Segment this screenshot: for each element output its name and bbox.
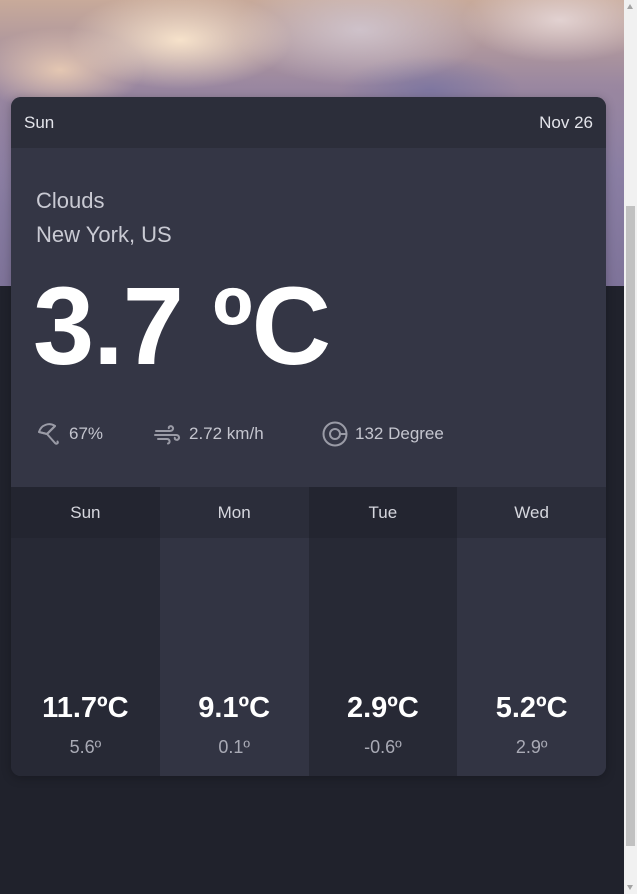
forecast-low: -0.6º bbox=[364, 737, 402, 757]
scroll-up-arrow-icon[interactable] bbox=[627, 4, 633, 9]
location: New York, US bbox=[36, 222, 172, 247]
current-weather: Clouds New York, US 3.7 ºC 67% 2.72 km/h… bbox=[11, 148, 606, 487]
forecast-day-name: Wed bbox=[457, 487, 606, 538]
forecast-high: 2.9ºC bbox=[346, 692, 419, 724]
wind-direction-stat: 132 Degree bbox=[321, 420, 444, 448]
wind-icon bbox=[154, 425, 181, 445]
forecast-low: 0.1º bbox=[218, 737, 250, 757]
humidity-stat: 67% bbox=[35, 420, 153, 448]
wind-direction-value: 132 Degree bbox=[355, 424, 444, 443]
forecast-day-name: Mon bbox=[159, 487, 309, 538]
scroll-down-arrow-icon[interactable] bbox=[627, 885, 633, 890]
weather-card: Sun Nov 26 Clouds New York, US 3.7 ºC 67… bbox=[11, 97, 606, 776]
wind-stat: 2.72 km/h bbox=[153, 420, 321, 448]
page-viewport: Sun Nov 26 Clouds New York, US 3.7 ºC 67… bbox=[0, 0, 624, 894]
compass-icon bbox=[322, 421, 348, 447]
humidity-value: 67% bbox=[69, 424, 104, 443]
forecast-high: 9.1ºC bbox=[198, 692, 271, 724]
forecast-day: Mon 9.1ºC 0.1º bbox=[159, 487, 309, 776]
forecast-high: 11.7ºC bbox=[42, 692, 129, 724]
forecast-row: Sun 11.7ºC 5.6º Mon 9.1ºC 0.1º Tue 2.9ºC… bbox=[11, 487, 606, 776]
wind-speed-value: 2.72 km/h bbox=[189, 424, 264, 443]
scrollbar-thumb[interactable] bbox=[626, 206, 635, 846]
current-temperature: 3.7 ºC bbox=[33, 265, 331, 388]
forecast-low: 5.6º bbox=[69, 737, 102, 757]
umbrella-icon bbox=[38, 423, 59, 445]
forecast-low: 2.9º bbox=[515, 737, 548, 757]
forecast-day-name: Tue bbox=[308, 487, 458, 538]
card-header: Sun Nov 26 bbox=[11, 97, 606, 148]
forecast-day: Wed 5.2ºC 2.9º bbox=[457, 487, 606, 776]
vertical-scrollbar[interactable] bbox=[624, 0, 637, 894]
forecast-day-name: Sun bbox=[11, 487, 160, 538]
forecast-high: 5.2ºC bbox=[495, 692, 568, 724]
weather-stats: 67% 2.72 km/h 132 Degree bbox=[35, 420, 444, 448]
forecast-day: Sun 11.7ºC 5.6º bbox=[11, 487, 160, 776]
header-date: Nov 26 bbox=[539, 112, 593, 132]
header-day: Sun bbox=[24, 112, 55, 132]
forecast-day: Tue 2.9ºC -0.6º bbox=[308, 487, 458, 776]
weather-condition: Clouds bbox=[36, 188, 105, 213]
